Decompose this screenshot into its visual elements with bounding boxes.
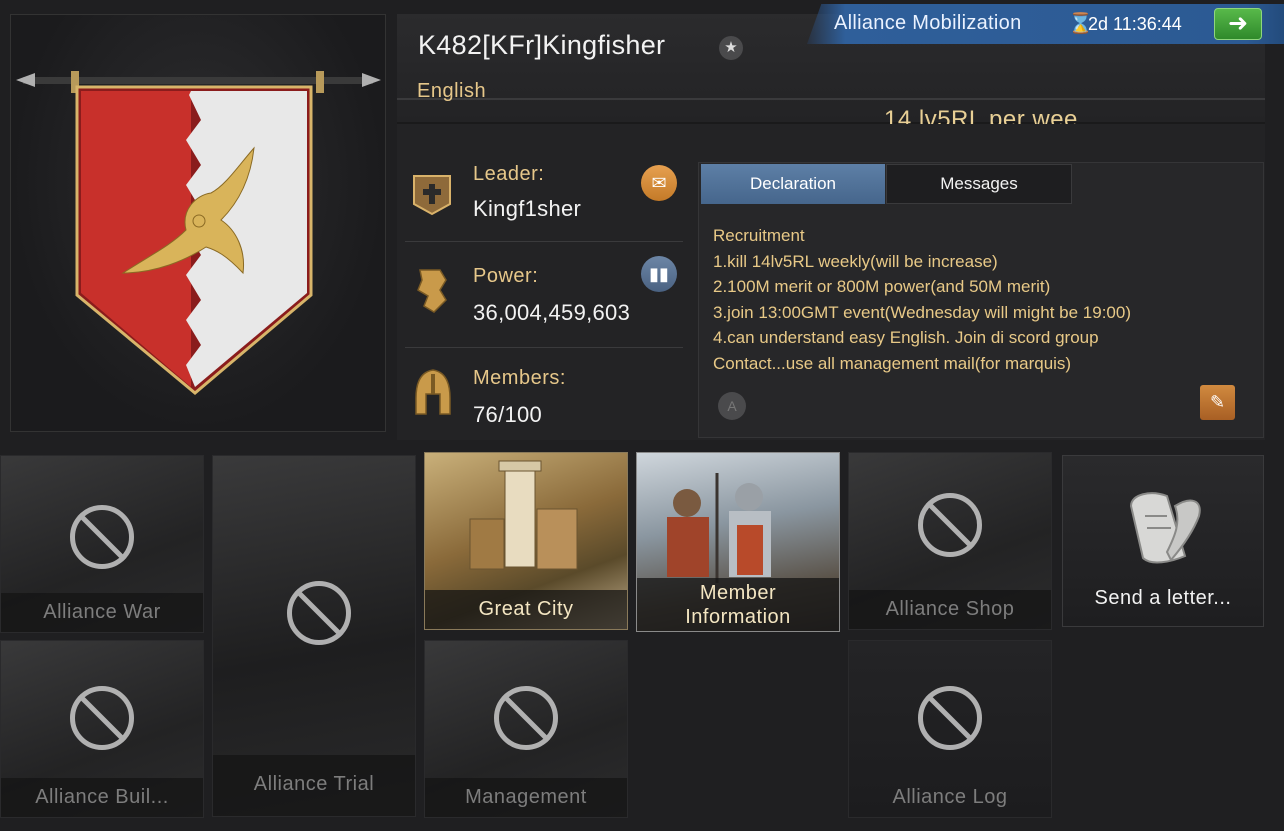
tile-label: Management (425, 778, 627, 817)
members-value: 76/100 (473, 402, 543, 427)
leader-value[interactable]: Kingf1sher (473, 196, 581, 222)
locked-icon (918, 686, 982, 750)
power-label: Power: (473, 265, 539, 287)
go-button[interactable]: ➜ (1214, 8, 1262, 40)
bar-chart-icon: ▮▮ (649, 264, 669, 284)
locked-icon (287, 581, 351, 645)
locked-icon (70, 686, 134, 750)
translate-icon[interactable]: A (718, 392, 746, 420)
tile-label: Member Information (637, 578, 839, 631)
mail-leader-button[interactable]: ✉ (641, 165, 677, 201)
tab-messages[interactable]: Messages (886, 164, 1072, 204)
header-divider (397, 98, 1265, 100)
tile-alliance-shop[interactable]: Alliance Shop (848, 452, 1052, 630)
tile-label: Alliance War (1, 593, 203, 632)
tile-label: Alliance Buil... (1, 778, 203, 817)
members-label: Members: (473, 367, 566, 389)
star-icon[interactable]: ★ (719, 36, 743, 60)
mail-icon: ✉ (651, 173, 667, 193)
alliance-banner-flag-icon (16, 71, 381, 395)
tile-alliance-buildings[interactable]: Alliance Buil... (0, 640, 204, 818)
stat-divider (405, 347, 683, 348)
power-value: 36,004,459,603 (473, 300, 631, 325)
stat-divider (405, 241, 683, 242)
declaration-line: Recruitment (713, 226, 805, 245)
tab-declaration[interactable]: Declaration (701, 164, 885, 204)
tile-label: Great City (425, 590, 627, 629)
alliance-name: K482[KFr]Kingfisher (418, 30, 666, 60)
event-timer: 2d 11:36:44 (1088, 14, 1182, 34)
edit-declaration-button[interactable]: ✎ (1200, 385, 1235, 420)
locked-icon (494, 686, 558, 750)
tile-label: Send a letter... (1094, 587, 1232, 609)
leader-icon (410, 170, 454, 216)
tile-alliance-war[interactable]: Alliance War (0, 455, 204, 633)
quill-icon: ✎ (1209, 392, 1226, 412)
power-fist-icon (410, 266, 454, 316)
locked-icon (70, 505, 134, 569)
tile-great-city[interactable]: Great City (424, 452, 628, 630)
leader-label: Leader: (473, 163, 545, 185)
declaration-line: 1.kill 14lv5RL weekly(will be increase) (713, 252, 998, 271)
tile-send-letter[interactable]: Send a letter... (1062, 455, 1264, 627)
arrow-right-icon: ➜ (1227, 10, 1249, 37)
tile-label: Alliance Shop (849, 590, 1051, 629)
helmet-icon (414, 368, 452, 418)
letter-scroll-icon (1129, 492, 1201, 564)
declaration-line: Contact...use all management mail(for ma… (713, 354, 1072, 373)
tile-alliance-trial[interactable]: Alliance Trial (212, 455, 416, 817)
tile-label: Alliance Log (892, 786, 1008, 808)
alliance-language: English (417, 80, 487, 102)
tile-member-information[interactable]: Member Information (636, 452, 840, 632)
member-information-icon (667, 473, 771, 583)
alliance-banner-panel (10, 14, 386, 432)
tile-alliance-log[interactable]: Alliance Log (848, 640, 1052, 818)
tile-label: Alliance Trial (213, 755, 415, 816)
locked-icon (918, 493, 982, 557)
declaration-line: 4.can understand easy English. Join di s… (713, 328, 1099, 347)
tile-management[interactable]: Management (424, 640, 628, 818)
declaration-line: 3.join 13:00GMT event(Wednesday will mig… (713, 303, 1131, 322)
event-label: Alliance Mobilization (834, 12, 1022, 34)
declaration-line: 2.100M merit or 800M power(and 50M merit… (713, 277, 1051, 296)
great-city-icon (469, 460, 578, 570)
power-stats-button[interactable]: ▮▮ (641, 256, 677, 292)
